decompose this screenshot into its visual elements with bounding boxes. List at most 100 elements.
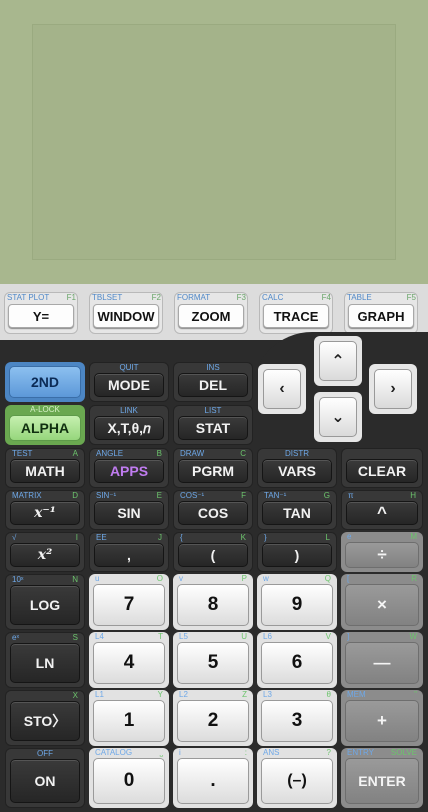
- calc-label: CALC: [262, 293, 284, 302]
- xtn-key[interactable]: LINK X,T,θ,𝑛: [89, 405, 169, 445]
- zoom-key[interactable]: FORMAT F3 ZOOM: [172, 292, 250, 334]
- enter-key[interactable]: ENTRY SOLVE ENTER: [341, 748, 423, 808]
- sin-key[interactable]: SIN⁻¹ E SIN: [89, 490, 169, 530]
- alpha-e-label: E: [156, 491, 162, 500]
- right-arrow-key[interactable]: ›: [369, 364, 417, 414]
- ten-power-label: 10ˣ: [12, 575, 24, 584]
- l4-label: L4: [95, 632, 104, 641]
- trace-key[interactable]: CALC F4 TRACE: [257, 292, 335, 334]
- digit-2-label: 2: [177, 700, 249, 742]
- w-label: w: [263, 574, 269, 583]
- distr-label: DISTR: [285, 449, 309, 458]
- down-arrow-key[interactable]: ⌄: [314, 392, 362, 442]
- chevron-left-icon: ‹: [263, 369, 301, 409]
- lcd-display[interactable]: [32, 24, 396, 260]
- arctan-label: TAN⁻¹: [264, 491, 287, 500]
- e-label: e: [347, 532, 352, 541]
- arccos-label: COS⁻¹: [180, 491, 205, 500]
- inverse-key[interactable]: MATRIX D x⁻¹: [5, 490, 85, 530]
- zoom-button[interactable]: ZOOM: [178, 304, 244, 328]
- table-label: TABLE: [347, 293, 372, 302]
- minus-key[interactable]: ] W —: [341, 632, 423, 688]
- right-bracket-label: ]: [347, 632, 350, 641]
- l6-label: L6: [263, 632, 272, 641]
- y-equals-key[interactable]: STAT PLOT F1 Y=: [2, 292, 80, 334]
- window-key[interactable]: TBLSET F2 WINDOW: [87, 292, 165, 334]
- negative-key[interactable]: ANS ? (–): [257, 748, 337, 808]
- left-bracket-label: [: [347, 574, 350, 583]
- graph-button[interactable]: GRAPH: [348, 304, 414, 328]
- plus-key[interactable]: MEM " +: [341, 690, 423, 746]
- digit-7-label: 7: [93, 584, 165, 626]
- stat-key[interactable]: LIST STAT: [173, 405, 253, 445]
- stat-label: STAT: [178, 416, 248, 440]
- alpha-a-label: A: [72, 449, 78, 458]
- ln-label: LN: [10, 643, 80, 683]
- comma-key[interactable]: EE J ,: [89, 532, 169, 572]
- format-label: FORMAT: [177, 293, 211, 302]
- digit-6-key[interactable]: L6 V 6: [257, 632, 337, 688]
- prgm-key[interactable]: DRAW C PGRM: [173, 448, 253, 488]
- ln-key[interactable]: eˣ S LN: [5, 632, 85, 688]
- digit-0-label: 0: [93, 758, 165, 804]
- alpha-colon-label: :: [244, 748, 247, 757]
- prgm-label: PGRM: [178, 459, 248, 483]
- v-label: v: [179, 574, 183, 583]
- digit-7-key[interactable]: u O 7: [89, 574, 169, 630]
- divide-key[interactable]: e M ÷: [341, 532, 423, 572]
- f2-label: F2: [151, 293, 161, 302]
- l2-label: L2: [179, 690, 188, 699]
- pi-label: π: [348, 491, 354, 500]
- digit-0-key[interactable]: CATALOG ⎵ 0: [89, 748, 169, 808]
- del-key[interactable]: INS DEL: [173, 362, 253, 402]
- alpha-space-label: ⎵: [159, 748, 163, 757]
- left-arrow-key[interactable]: ‹: [258, 364, 306, 414]
- decimal-key[interactable]: i : .: [173, 748, 253, 808]
- graph-key[interactable]: TABLE F5 GRAPH: [342, 292, 420, 334]
- xtn-label: X,T,θ,𝑛: [94, 416, 164, 440]
- right-brace-label: }: [264, 533, 267, 542]
- right-paren-key[interactable]: } L ): [257, 532, 337, 572]
- tan-key[interactable]: TAN⁻¹ G TAN: [257, 490, 337, 530]
- log-key[interactable]: 10ˣ N LOG: [5, 574, 85, 630]
- apps-key[interactable]: ANGLE B APPS: [89, 448, 169, 488]
- alpha-f-label: F: [241, 491, 246, 500]
- sto-key[interactable]: X STO〉: [5, 690, 85, 746]
- left-brace-label: {: [180, 533, 183, 542]
- alpha-quote-label: ": [414, 690, 417, 699]
- trace-button[interactable]: TRACE: [263, 304, 329, 328]
- up-arrow-key[interactable]: ⌃: [314, 336, 362, 386]
- on-key[interactable]: OFF ON: [5, 748, 85, 808]
- cos-key[interactable]: COS⁻¹ F COS: [173, 490, 253, 530]
- digit-9-key[interactable]: w Q 9: [257, 574, 337, 630]
- window-button[interactable]: WINDOW: [93, 304, 159, 328]
- second-key-label: 2ND: [9, 366, 81, 398]
- square-key[interactable]: √ I x²: [5, 532, 85, 572]
- alpha-key[interactable]: A-LOCK ALPHA: [5, 405, 85, 445]
- calculator-app: STAT PLOT F1 Y= TBLSET F2 WINDOW FORMAT …: [0, 0, 428, 812]
- digit-1-key[interactable]: L1 Y 1: [89, 690, 169, 746]
- multiply-key[interactable]: [ R ×: [341, 574, 423, 630]
- stat-plot-label: STAT PLOT: [7, 293, 50, 302]
- power-key[interactable]: π H ^: [341, 490, 423, 530]
- cos-label: COS: [178, 501, 248, 525]
- math-key[interactable]: TEST A MATH: [5, 448, 85, 488]
- digit-4-key[interactable]: L4 T 4: [89, 632, 169, 688]
- alpha-p-label: P: [241, 574, 247, 583]
- digit-8-key[interactable]: v P 8: [173, 574, 253, 630]
- y-equals-button[interactable]: Y=: [8, 304, 74, 328]
- second-key[interactable]: 2ND: [5, 362, 85, 402]
- digit-5-key[interactable]: L5 U 5: [173, 632, 253, 688]
- vars-key[interactable]: DISTR VARS: [257, 448, 337, 488]
- tan-label: TAN: [262, 501, 332, 525]
- alpha-i-label: I: [75, 533, 78, 542]
- digit-3-key[interactable]: L3 θ 3: [257, 690, 337, 746]
- left-paren-key[interactable]: { K (: [173, 532, 253, 572]
- digit-2-key[interactable]: L2 Z 2: [173, 690, 253, 746]
- chevron-down-icon: ⌄: [319, 397, 357, 437]
- clear-key[interactable]: CLEAR: [341, 448, 423, 488]
- alpha-b-label: B: [156, 449, 162, 458]
- alpha-s-label: S: [72, 633, 78, 642]
- mode-key[interactable]: QUIT MODE: [89, 362, 169, 402]
- alpha-d-label: D: [72, 491, 78, 500]
